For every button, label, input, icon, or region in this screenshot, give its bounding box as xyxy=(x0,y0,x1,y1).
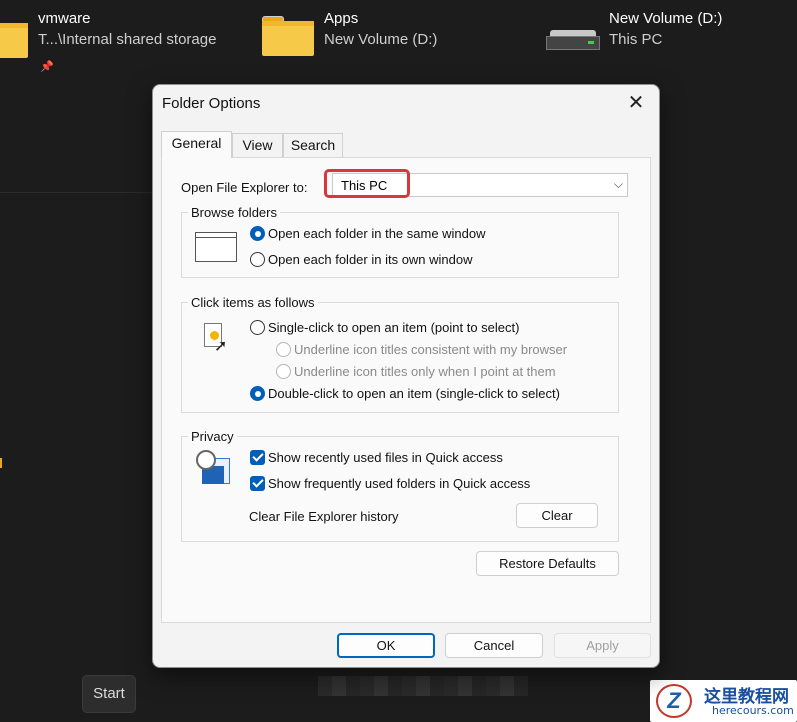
bg-item-subtitle: T...\Internal shared storage xyxy=(38,31,217,48)
tab-general[interactable]: General xyxy=(161,131,232,158)
check-label[interactable]: Show frequently used folders in Quick ac… xyxy=(268,476,530,491)
option-label[interactable]: Open each folder in its own window xyxy=(268,252,473,267)
option-label: Underline icon titles consistent with my… xyxy=(294,342,568,357)
folder-icon xyxy=(0,18,28,58)
open-explorer-label: Open File Explorer to: xyxy=(181,180,308,195)
group-title: Browse folders xyxy=(188,205,280,220)
blurred-region xyxy=(318,676,528,696)
checkbox-recent-files[interactable] xyxy=(250,450,265,465)
general-panel: Open File Explorer to: This PC ⌵ Browse … xyxy=(161,157,651,623)
folder-options-dialog: Folder Options ✕ General View Search Ope… xyxy=(152,84,660,668)
folder-icon xyxy=(262,16,314,56)
drive-icon xyxy=(546,30,600,50)
check-label[interactable]: Show recently used files in Quick access xyxy=(268,450,503,465)
bg-item-name: New Volume (D:) xyxy=(609,10,723,27)
radio-underline-browser xyxy=(276,342,291,357)
start-button[interactable]: Start xyxy=(82,675,136,713)
option-label: Underline icon titles only when I point … xyxy=(294,364,556,379)
option-label[interactable]: Open each folder in the same window xyxy=(268,226,486,241)
option-label[interactable]: Single-click to open an item (point to s… xyxy=(268,320,519,335)
radio-own-window[interactable] xyxy=(250,252,265,267)
click-items-group: Click items as follows ➚ Single-click to… xyxy=(181,295,619,413)
clear-history-label: Clear File Explorer history xyxy=(249,509,399,524)
chevron-down-icon: ⌵ xyxy=(613,177,623,191)
folder-edge-icon xyxy=(0,458,2,468)
privacy-group: Privacy Show recently used files in Quic… xyxy=(181,429,619,542)
pin-icon: 📌 xyxy=(40,61,54,73)
clear-button[interactable]: Clear xyxy=(516,503,598,528)
highlight-annotation xyxy=(324,169,410,198)
watermark-z-icon: Z xyxy=(656,684,692,718)
bg-item-vmware[interactable]: vmware T...\Internal shared storage 📌 xyxy=(0,8,230,73)
radio-single-click[interactable] xyxy=(250,320,265,335)
tab-view[interactable]: View xyxy=(232,133,283,157)
bg-item-name: vmware xyxy=(38,10,91,27)
browse-folders-group: Browse folders Open each folder in the s… xyxy=(181,205,619,278)
cancel-button[interactable]: Cancel xyxy=(445,633,543,658)
privacy-icon xyxy=(196,450,238,486)
radio-same-window[interactable] xyxy=(250,226,265,241)
ok-button[interactable]: OK xyxy=(337,633,435,658)
bg-item-apps[interactable]: Apps New Volume (D:) xyxy=(262,8,462,68)
radio-double-click[interactable] xyxy=(250,386,265,401)
bg-item-name: Apps xyxy=(324,10,359,27)
close-icon[interactable]: ✕ xyxy=(621,91,651,115)
apply-button: Apply xyxy=(554,633,651,658)
radio-underline-point xyxy=(276,364,291,379)
tab-search[interactable]: Search xyxy=(283,133,343,157)
watermark-logo: Z 这里教程网 herecours.com xyxy=(650,680,797,722)
group-title: Click items as follows xyxy=(188,295,318,310)
checkbox-frequent-folders[interactable] xyxy=(250,476,265,491)
dialog-title: Folder Options xyxy=(162,95,261,112)
group-title: Privacy xyxy=(188,429,237,444)
divider xyxy=(0,192,152,193)
bg-item-subtitle: New Volume (D:) xyxy=(324,31,438,48)
restore-defaults-button[interactable]: Restore Defaults xyxy=(476,551,619,576)
watermark-url: herecours.com xyxy=(712,704,794,717)
window-icon xyxy=(195,232,237,262)
bg-item-new-volume[interactable]: New Volume (D:) This PC xyxy=(546,8,746,68)
option-label[interactable]: Double-click to open an item (single-cli… xyxy=(268,386,560,401)
click-pointer-icon: ➚ xyxy=(202,323,228,355)
bg-item-subtitle: This PC xyxy=(609,31,663,48)
